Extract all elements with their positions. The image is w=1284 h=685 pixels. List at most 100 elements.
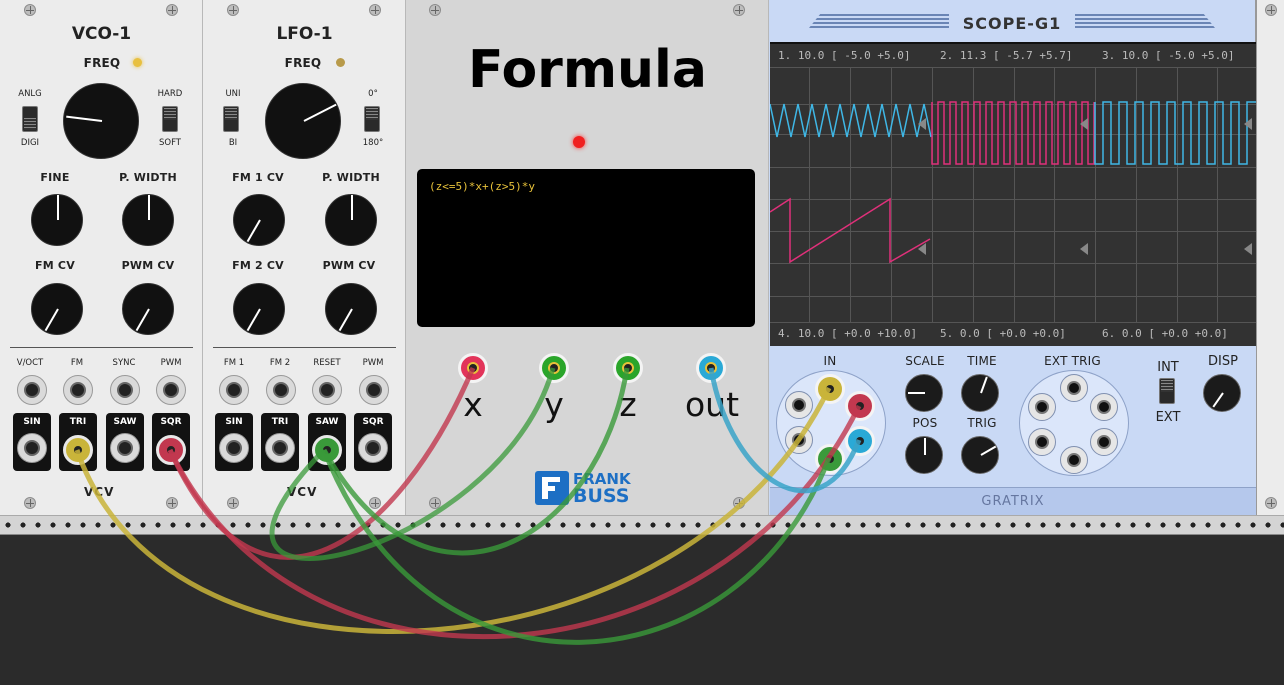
status-led — [573, 136, 585, 148]
screw — [429, 497, 441, 509]
x-input-cable-plug[interactable] — [458, 353, 488, 383]
pulse-width-knob[interactable] — [122, 194, 174, 246]
vco-1-module: VCO-1 FREQ ANLG DIGI HARD SOFT FINE P. W… — [0, 0, 203, 515]
fm2-cv-label: FM 2 CV — [232, 259, 284, 272]
sync-label: SYNC — [112, 358, 136, 368]
pulse-width-knob[interactable] — [325, 194, 377, 246]
fm-input-jack[interactable] — [63, 375, 93, 405]
voct-label: V/OCT — [16, 358, 44, 368]
x-port-label: x — [463, 385, 483, 424]
input-1-jack[interactable] — [785, 391, 813, 419]
channel-3-trace — [1094, 101, 1256, 165]
tri-output-jack[interactable] — [265, 433, 295, 463]
pwm-cv-knob[interactable] — [122, 283, 174, 335]
uni-bi-switch[interactable] — [223, 106, 239, 132]
sqr-output-box: SQR — [152, 413, 190, 471]
module-title: Formula — [468, 40, 707, 100]
pos-knob[interactable] — [905, 436, 943, 474]
screw — [166, 497, 178, 509]
fm1-cv-knob[interactable] — [233, 194, 285, 246]
input-3-cable-plug[interactable] — [845, 391, 875, 421]
screw — [369, 4, 381, 16]
screw — [227, 4, 239, 16]
sync-input-jack[interactable] — [110, 375, 140, 405]
ext-trig-jack-3[interactable] — [1090, 393, 1118, 421]
screw — [429, 4, 441, 16]
expression-editor[interactable]: (z<=5)*x+(z>5)*y — [417, 169, 755, 327]
title-bar: SCOPE-G1 — [769, 0, 1255, 42]
trig-knob[interactable] — [961, 436, 999, 474]
freq-led — [336, 58, 345, 67]
fm1-cv-label: FM 1 CV — [232, 171, 284, 184]
sin-output-jack[interactable] — [219, 433, 249, 463]
formula-module: Formula (z<=5)*x+(z>5)*y x y z out FRANK… — [406, 0, 769, 515]
time-label: TIME — [967, 354, 997, 368]
screw — [733, 497, 745, 509]
sqr-label: SQR — [160, 417, 182, 427]
title-stripes-left — [809, 14, 949, 28]
freq-knob[interactable] — [265, 83, 341, 159]
fm-cv-knob[interactable] — [31, 283, 83, 335]
sqr-output-box: SQR — [354, 413, 392, 471]
saw-output-jack[interactable] — [110, 433, 140, 463]
ext-trig-jack-2[interactable] — [1028, 393, 1056, 421]
voct-input-jack[interactable] — [17, 375, 47, 405]
z-input-cable-plug[interactable] — [613, 353, 643, 383]
fm-label: FM — [70, 358, 84, 368]
y-input-cable-plug[interactable] — [539, 353, 569, 383]
input-6-cable-plug[interactable] — [845, 426, 875, 456]
freq-knob[interactable] — [63, 83, 139, 159]
analog-digital-switch[interactable] — [22, 106, 38, 132]
phase-switch[interactable] — [364, 106, 380, 132]
screw — [369, 497, 381, 509]
screw — [24, 4, 36, 16]
out-output-cable-plug[interactable] — [696, 353, 726, 383]
fm2-input-jack[interactable] — [266, 375, 296, 405]
saw-output-box: SAW — [308, 413, 346, 471]
sqr-label: SQR — [362, 417, 384, 427]
freq-led — [133, 58, 142, 67]
ext-trig-jack-1[interactable] — [1060, 374, 1088, 402]
ext-trig-jack-4[interactable] — [1028, 428, 1056, 456]
divider — [213, 347, 396, 348]
input-4-jack[interactable] — [785, 426, 813, 454]
saw-output-cable-plug[interactable] — [312, 435, 342, 465]
scope-traces — [770, 101, 1256, 264]
scope-display[interactable]: 1. 10.0 [ -5.0 +5.0] 2. 11.3 [ -5.7 +5.7… — [770, 42, 1256, 348]
sin-output-jack[interactable] — [17, 433, 47, 463]
pwm-label: PWM — [362, 358, 384, 368]
sqr-output-cable-plug[interactable] — [156, 435, 186, 465]
sin-output-box: SIN — [13, 413, 51, 471]
scale-knob[interactable] — [905, 374, 943, 412]
input-2-cable-plug[interactable] — [815, 374, 845, 404]
sqr-output-jack[interactable] — [358, 433, 388, 463]
disp-knob[interactable] — [1203, 374, 1241, 412]
pwm-cv-label: PWM CV — [121, 259, 175, 272]
fine-knob[interactable] — [31, 194, 83, 246]
bi-label: BI — [228, 138, 238, 148]
pwm-input-jack[interactable] — [156, 375, 186, 405]
hard-soft-switch[interactable] — [162, 106, 178, 132]
fm1-label: FM 1 — [223, 358, 245, 368]
saw-label: SAW — [315, 417, 339, 427]
pwm-input-jack[interactable] — [359, 375, 389, 405]
phase-0-label: 0° — [368, 89, 378, 99]
input-5-cable-plug[interactable] — [815, 444, 845, 474]
pwm-cv-knob[interactable] — [325, 283, 377, 335]
fm2-label: FM 2 — [269, 358, 291, 368]
time-knob[interactable] — [961, 374, 999, 412]
vcv-logo: VCV — [84, 485, 115, 499]
screw — [733, 4, 745, 16]
reset-input-jack[interactable] — [312, 375, 342, 405]
tri-output-cable-plug[interactable] — [63, 435, 93, 465]
fm2-cv-knob[interactable] — [233, 283, 285, 335]
ext-trig-jack-6[interactable] — [1060, 446, 1088, 474]
ext-trig-jack-5[interactable] — [1090, 428, 1118, 456]
in-label: IN — [823, 354, 837, 368]
fm1-input-jack[interactable] — [219, 375, 249, 405]
brand-bar: GRATRIX — [770, 487, 1256, 516]
pwm-cv-label: PWM CV — [322, 259, 376, 272]
disp-label: DISP — [1208, 354, 1238, 369]
int-ext-switch[interactable] — [1159, 378, 1175, 404]
int-label: INT — [1157, 360, 1179, 375]
